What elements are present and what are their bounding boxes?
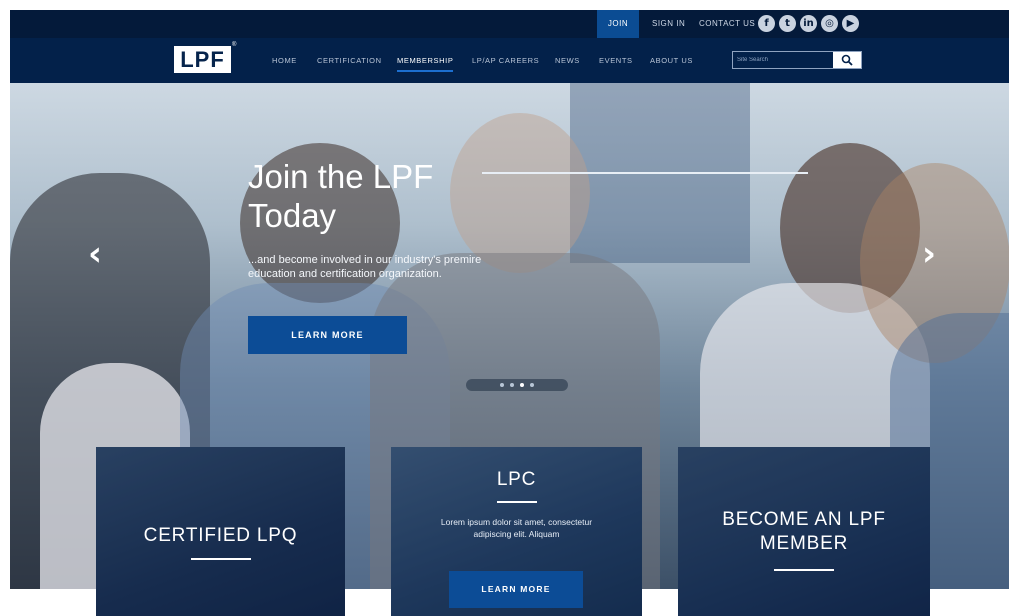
hero-title: Join the LPF Today: [248, 157, 478, 235]
nav-events[interactable]: EVENTS: [599, 38, 633, 83]
main-nav: LPF ® HOME CERTIFICATION MEMBERSHIP LP/A…: [10, 38, 1009, 83]
search-input[interactable]: [733, 52, 833, 68]
carousel-pagination: [466, 379, 568, 391]
logo[interactable]: LPF: [174, 46, 231, 73]
hero-divider: [482, 172, 808, 174]
nav-careers[interactable]: LP/AP CAREERS: [472, 38, 539, 83]
contact-us-link[interactable]: CONTACT US: [699, 10, 755, 38]
hero-title-line2: Today: [248, 197, 337, 234]
card-title-line1: BECOME AN LPF: [722, 509, 886, 530]
card-become-member[interactable]: BECOME AN LPF MEMBER: [678, 447, 930, 616]
search-icon: [841, 54, 853, 66]
carousel-dot-3[interactable]: [520, 383, 524, 387]
carousel-dot-1[interactable]: [500, 383, 504, 387]
carousel-prev-arrow-icon[interactable]: ‹: [88, 237, 102, 271]
card-lpc: LPC Lorem ipsum dolor sit amet, consecte…: [391, 447, 642, 616]
facebook-icon[interactable]: f: [758, 15, 775, 32]
card-rule: [497, 501, 537, 503]
nav-certification[interactable]: CERTIFICATION: [317, 38, 382, 83]
card-title: BECOME AN LPF MEMBER: [678, 508, 930, 556]
nav-home[interactable]: HOME: [272, 38, 297, 83]
utility-bar: JOIN SIGN IN CONTACT US f t in ◎ ▶: [10, 10, 1009, 38]
search-box: [732, 51, 862, 69]
nav-about-us[interactable]: ABOUT US: [650, 38, 693, 83]
card-title: CERTIFIED LPQ: [143, 525, 298, 546]
carousel-dot-2[interactable]: [510, 383, 514, 387]
sign-in-link[interactable]: SIGN IN: [652, 10, 685, 38]
card-description: Lorem ipsum dolor sit amet, consectetur …: [440, 517, 593, 539]
card-certified-lpq[interactable]: CERTIFIED LPQ: [96, 447, 345, 616]
linkedin-icon[interactable]: in: [800, 15, 817, 32]
youtube-icon[interactable]: ▶: [842, 15, 859, 32]
hero-title-line1: Join the LPF: [248, 158, 434, 195]
hero-learn-more-button[interactable]: LEARN MORE: [248, 316, 407, 354]
card-rule: [774, 569, 834, 571]
search-button[interactable]: [833, 52, 861, 68]
card-title: LPC: [496, 469, 537, 490]
hero-subtitle: ...and become involved in our industry's…: [248, 254, 482, 280]
carousel-next-arrow-icon[interactable]: ›: [922, 237, 936, 271]
instagram-icon[interactable]: ◎: [821, 15, 838, 32]
twitter-icon[interactable]: t: [779, 15, 796, 32]
card-rule: [191, 558, 251, 560]
card-title-line2: MEMBER: [759, 533, 849, 554]
carousel-dot-4[interactable]: [530, 383, 534, 387]
nav-membership[interactable]: MEMBERSHIP: [397, 38, 454, 83]
nav-news[interactable]: NEWS: [555, 38, 580, 83]
card-learn-more-button[interactable]: LEARN MORE: [449, 571, 583, 608]
join-link[interactable]: JOIN: [597, 10, 639, 38]
trademark-mark: ®: [232, 42, 237, 48]
